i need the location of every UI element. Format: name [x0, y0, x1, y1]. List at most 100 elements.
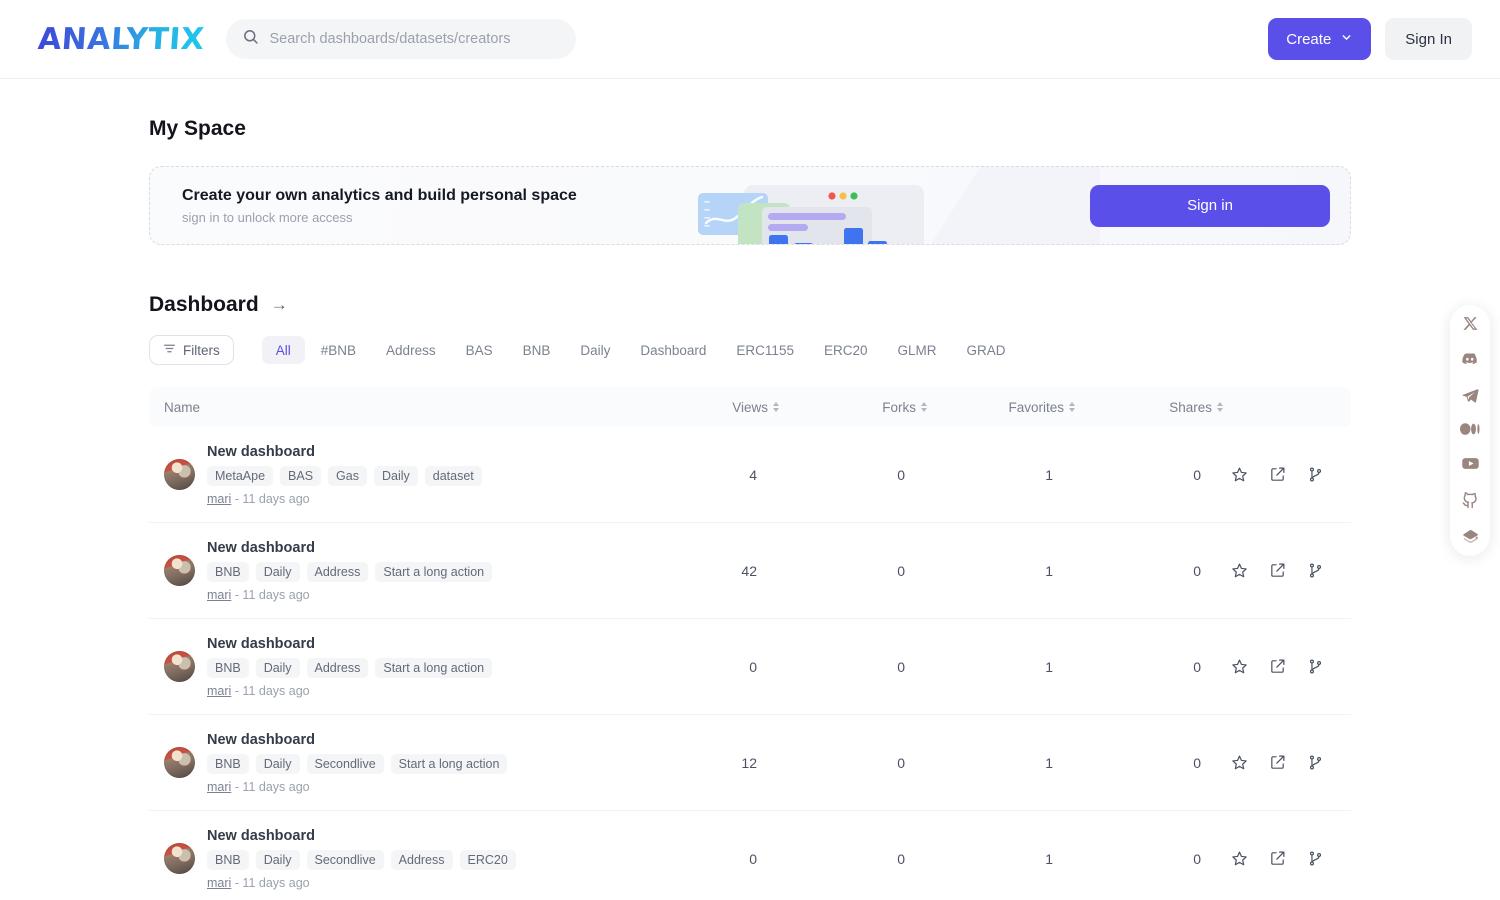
- avatar: [164, 843, 195, 874]
- author-link[interactable]: mari: [207, 684, 231, 698]
- promo-sign-in-button[interactable]: Sign in: [1090, 184, 1330, 227]
- row-name-block: New dashboard BNB Daily Secondlive Address ER…: [207, 828, 516, 890]
- fork-branch-icon[interactable]: [1307, 562, 1324, 579]
- tag-chip[interactable]: Start a long action: [390, 753, 508, 774]
- cell-shares: 0: [1193, 562, 1201, 579]
- telegram-icon[interactable]: [1461, 386, 1479, 404]
- dashboard-title[interactable]: New dashboard: [207, 444, 482, 460]
- create-button[interactable]: Create: [1268, 18, 1372, 60]
- dashboard-title[interactable]: New dashboard: [207, 636, 492, 652]
- favorite-star-icon[interactable]: [1231, 754, 1248, 771]
- sort-icon-shares[interactable]: [1217, 402, 1223, 412]
- tag-tab-daily[interactable]: Daily: [566, 336, 624, 364]
- tag-chip[interactable]: Address: [306, 657, 369, 678]
- page-body: My Space Create your own analytics and b…: [0, 117, 1500, 900]
- dashboard-section-header: Dashboard →: [149, 293, 1351, 317]
- tag-chip[interactable]: BNB: [207, 657, 249, 678]
- discord-icon[interactable]: [1461, 350, 1479, 368]
- column-header-shares[interactable]: Shares: [1075, 400, 1223, 415]
- tag-tab-dashboard[interactable]: Dashboard: [626, 336, 720, 364]
- tag-chip[interactable]: ERC20: [459, 849, 516, 870]
- column-header-forks[interactable]: Forks: [779, 400, 927, 415]
- tag-tab-erc1155[interactable]: ERC1155: [722, 336, 808, 364]
- cell-shares: 0: [1193, 466, 1201, 483]
- filters-button[interactable]: Filters: [149, 335, 234, 365]
- open-external-icon[interactable]: [1269, 658, 1286, 675]
- table-row[interactable]: New dashboard BNB Daily Secondlive Address ER…: [149, 811, 1351, 900]
- author-link[interactable]: mari: [207, 588, 231, 602]
- tag-chip[interactable]: Gas: [328, 465, 367, 486]
- tag-chip[interactable]: Secondlive: [306, 753, 384, 774]
- table-row[interactable]: New dashboard BNB Daily Secondlive Start a l…: [149, 715, 1351, 811]
- author-link[interactable]: mari: [207, 780, 231, 794]
- tag-tab-all[interactable]: All: [261, 336, 305, 364]
- column-header-favorites[interactable]: Favorites: [927, 400, 1075, 415]
- author-link[interactable]: mari: [207, 492, 231, 506]
- open-external-icon[interactable]: [1269, 850, 1286, 867]
- fork-branch-icon[interactable]: [1307, 466, 1324, 483]
- table-row[interactable]: New dashboard BNB Daily Address Start a long…: [149, 523, 1351, 619]
- favorite-star-icon[interactable]: [1231, 562, 1248, 579]
- row-meta: mari - 11 days ago: [207, 684, 492, 698]
- github-icon[interactable]: [1461, 491, 1479, 509]
- tag-tab-bnb[interactable]: #BNB: [307, 336, 370, 364]
- tag-chip[interactable]: Start a long action: [375, 657, 493, 678]
- tag-chip[interactable]: Daily: [255, 753, 300, 774]
- tag-chip[interactable]: Daily: [255, 561, 300, 582]
- table-row[interactable]: New dashboard BNB Daily Address Start a long…: [149, 619, 1351, 715]
- tag-tab-grad[interactable]: GRAD: [953, 336, 1020, 364]
- tag-chip[interactable]: BNB: [207, 561, 249, 582]
- open-external-icon[interactable]: [1269, 754, 1286, 771]
- tag-tab-address[interactable]: Address: [372, 336, 450, 364]
- dashboard-title[interactable]: New dashboard: [207, 540, 492, 556]
- dashboard-title[interactable]: New dashboard: [207, 828, 516, 844]
- x-icon[interactable]: [1462, 315, 1479, 332]
- row-timestamp: - 11 days ago: [234, 683, 310, 698]
- tag-chip[interactable]: BAS: [280, 465, 322, 486]
- fork-branch-icon[interactable]: [1307, 754, 1324, 771]
- open-external-icon[interactable]: [1269, 466, 1286, 483]
- promo-title: Create your own analytics and build pers…: [182, 186, 577, 204]
- row-actions: [1223, 466, 1351, 483]
- column-header-views[interactable]: Views: [631, 400, 779, 415]
- row-name-block: New dashboard BNB Daily Secondlive Start a l…: [207, 732, 508, 794]
- tag-tab-erc20[interactable]: ERC20: [810, 336, 882, 364]
- table-row[interactable]: New dashboard MetaApe BAS Gas Daily dataset ma…: [149, 427, 1351, 523]
- search-input[interactable]: [269, 31, 561, 47]
- dashboard-title[interactable]: New dashboard: [207, 732, 507, 748]
- tag-chip[interactable]: Address: [390, 849, 453, 870]
- tag-chip[interactable]: dataset: [424, 465, 482, 486]
- arrow-right-icon[interactable]: →: [271, 295, 288, 315]
- tag-tab-bnb[interactable]: BNB: [509, 336, 565, 364]
- youtube-icon[interactable]: [1461, 454, 1480, 473]
- tag-chip[interactable]: Address: [306, 561, 369, 582]
- tag-tab-bas[interactable]: BAS: [452, 336, 507, 364]
- open-external-icon[interactable]: [1269, 562, 1286, 579]
- tag-chip-list: MetaApe BAS Gas Daily dataset: [207, 465, 482, 486]
- medium-icon[interactable]: [1460, 422, 1480, 436]
- tag-chip[interactable]: MetaApe: [207, 465, 274, 486]
- table-body: New dashboard MetaApe BAS Gas Daily dataset ma…: [149, 427, 1351, 900]
- cell-forks: 0: [897, 754, 905, 771]
- app-logo[interactable]: ANALYTIX: [37, 22, 206, 57]
- author-link[interactable]: mari: [207, 876, 231, 890]
- tag-chip[interactable]: Secondlive: [306, 849, 384, 870]
- tag-chip[interactable]: BNB: [207, 849, 249, 870]
- tag-tab-glmr[interactable]: GLMR: [884, 336, 951, 364]
- fork-branch-icon[interactable]: [1307, 658, 1324, 675]
- row-name-cell: New dashboard BNB Daily Secondlive Address ER…: [149, 828, 631, 890]
- search-box[interactable]: [226, 19, 577, 59]
- favorite-star-icon[interactable]: [1231, 658, 1248, 675]
- favorite-star-icon[interactable]: [1231, 466, 1248, 483]
- row-actions: [1223, 850, 1351, 867]
- tag-chip[interactable]: Daily: [255, 849, 300, 870]
- row-name-cell: New dashboard BNB Daily Secondlive Start a l…: [149, 732, 631, 794]
- fork-branch-icon[interactable]: [1307, 850, 1324, 867]
- tag-chip[interactable]: Daily: [373, 465, 418, 486]
- tag-chip[interactable]: BNB: [207, 753, 249, 774]
- tag-chip[interactable]: Daily: [255, 657, 300, 678]
- docs-book-icon[interactable]: [1461, 527, 1480, 546]
- sign-in-button[interactable]: Sign In: [1385, 18, 1472, 60]
- favorite-star-icon[interactable]: [1231, 850, 1248, 867]
- tag-chip[interactable]: Start a long action: [375, 561, 493, 582]
